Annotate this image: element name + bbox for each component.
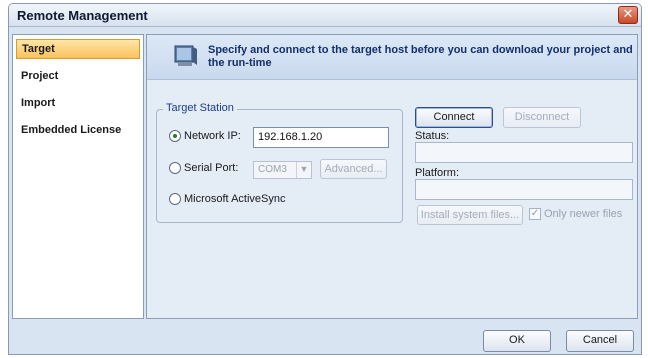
activesync-label: Microsoft ActiveSync	[184, 193, 286, 205]
sidebar-item-project[interactable]: Project	[16, 67, 140, 87]
window-title: Remote Management	[17, 8, 148, 23]
only-newer-files-label: Only newer files	[544, 208, 623, 220]
monitor-icon	[174, 45, 197, 66]
network-ip-input[interactable]: 192.168.1.20	[253, 127, 389, 148]
sidebar-item-label: Import	[21, 97, 56, 109]
activesync-radio[interactable]	[169, 193, 181, 205]
only-newer-files-option[interactable]: ✓ Only newer files	[529, 208, 622, 220]
dialog-footer: OK Cancel	[9, 323, 641, 354]
sidebar-item-label: Project	[21, 70, 59, 82]
title-bar: Remote Management ✕	[9, 4, 641, 27]
disconnect-button[interactable]: Disconnect	[503, 107, 581, 128]
close-button[interactable]: ✕	[618, 6, 638, 24]
sidebar-item-embedded-license[interactable]: Embedded License	[16, 121, 140, 141]
network-ip-option[interactable]: Network IP:	[169, 130, 241, 142]
only-newer-files-checkbox[interactable]: ✓	[529, 208, 541, 220]
activesync-option[interactable]: Microsoft ActiveSync	[169, 193, 285, 205]
sidebar-item-label: Embedded License	[21, 124, 122, 136]
serial-port-option[interactable]: Serial Port:	[169, 162, 238, 174]
target-station-legend: Target Station	[163, 102, 237, 114]
header-description: Specify and connect to the target host b…	[208, 44, 633, 69]
status-field	[415, 142, 633, 163]
status-label: Status:	[415, 130, 450, 142]
sidebar: Target Project Import Embedded License	[12, 34, 144, 319]
connect-button[interactable]: Connect	[415, 107, 493, 128]
chevron-down-icon: ▼	[296, 162, 311, 178]
panel-header: Specify and connect to the target host b…	[147, 35, 637, 80]
platform-label: Platform:	[415, 167, 460, 179]
advanced-button[interactable]: Advanced...	[320, 159, 387, 179]
network-ip-radio[interactable]	[169, 130, 181, 142]
sidebar-item-target[interactable]: Target	[16, 39, 140, 59]
platform-field	[415, 179, 633, 200]
sidebar-item-import[interactable]: Import	[16, 94, 140, 114]
serial-port-label: Serial Port:	[184, 162, 239, 174]
sidebar-item-label: Target	[22, 43, 55, 55]
ok-button[interactable]: OK	[483, 330, 551, 352]
serial-port-value: COM3	[258, 164, 287, 175]
close-icon: ✕	[622, 7, 634, 22]
remote-management-dialog: Remote Management ✕ Target Project Impor…	[8, 3, 642, 355]
serial-port-select[interactable]: COM3 ▼	[253, 161, 312, 179]
network-ip-label: Network IP:	[184, 130, 241, 142]
cancel-button[interactable]: Cancel	[566, 330, 634, 352]
install-system-files-button[interactable]: Install system files...	[417, 205, 523, 225]
target-panel: Specify and connect to the target host b…	[146, 34, 638, 319]
serial-port-radio[interactable]	[169, 162, 181, 174]
